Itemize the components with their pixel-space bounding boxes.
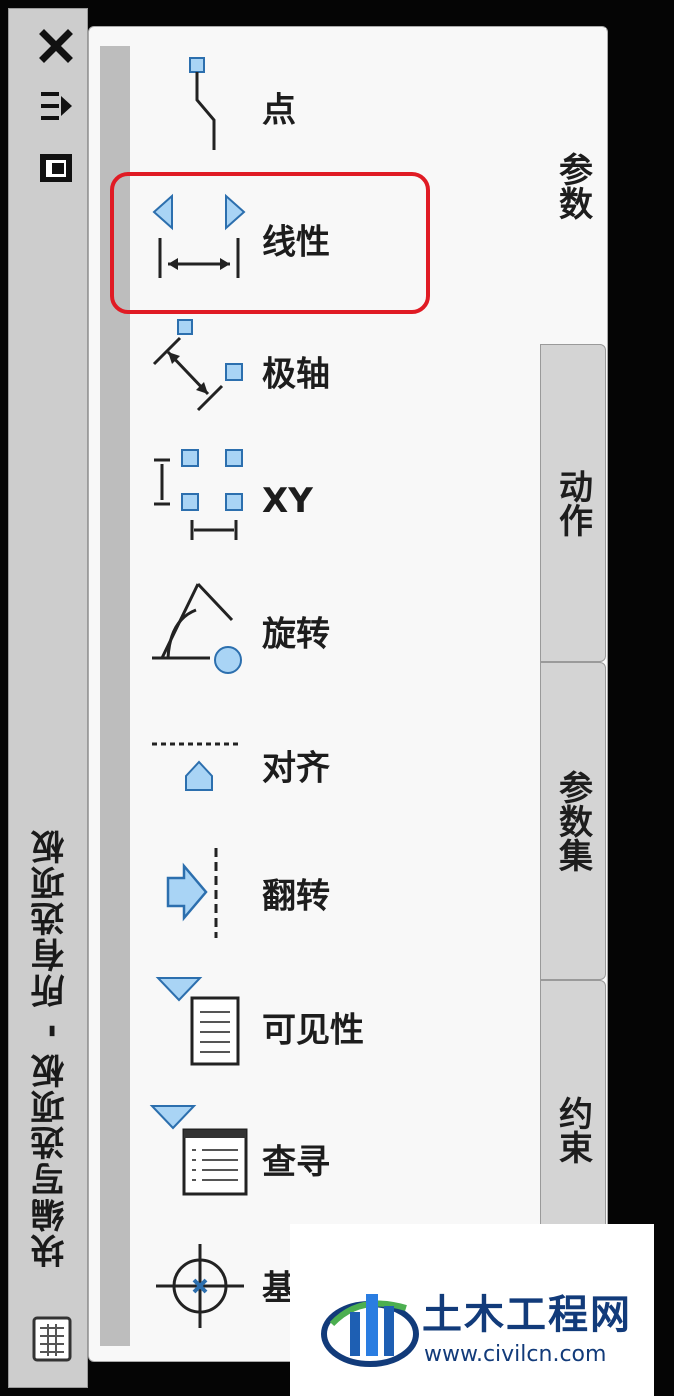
basepoint-parameter-icon (156, 1244, 244, 1328)
tool-label: 极轴 (262, 354, 330, 395)
tool-label: 可见性 (262, 1010, 364, 1051)
point-parameter-icon (189, 57, 216, 150)
visibility-parameter-icon (155, 977, 240, 1066)
tab-parameters[interactable]: 参数 (540, 28, 606, 344)
tool-xy[interactable]: XY (140, 446, 470, 556)
tool-label: 旋转 (262, 614, 330, 655)
properties-menu-icon[interactable] (38, 148, 74, 184)
alignment-parameter-icon (152, 742, 240, 791)
flip-parameter-icon (166, 848, 218, 938)
civilcn-logo-icon (321, 1294, 419, 1367)
xy-parameter-icon (154, 449, 243, 540)
tab-label: 参数 (552, 152, 593, 220)
tool-label: 查寻 (262, 1142, 330, 1183)
tab-actions[interactable]: 动作 (540, 344, 606, 662)
tool-palette-icon (32, 1316, 72, 1362)
tool-label: 翻转 (262, 876, 330, 917)
tool-flip[interactable]: 翻转 (140, 838, 470, 948)
tool-alignment[interactable]: 对齐 (140, 710, 470, 820)
auto-hide-icon[interactable] (38, 90, 74, 122)
tab-parameter-sets[interactable]: 参数集 (540, 662, 606, 980)
tool-point[interactable]: 点 (140, 52, 470, 162)
watermark: 土木工程网 www.civilcn.com (290, 1224, 654, 1396)
tool-label: 对齐 (262, 748, 330, 789)
tool-visibility[interactable]: 可见性 (140, 972, 470, 1082)
tool-label: XY (262, 481, 313, 521)
rotation-parameter-icon (152, 582, 242, 674)
tool-label: 点 (262, 90, 296, 131)
watermark-url: www.civilcn.com (424, 1342, 607, 1367)
close-icon[interactable] (38, 28, 74, 64)
palette-title: 块编写选项板 - 所有选项板 (31, 828, 71, 1268)
polar-parameter-icon (152, 319, 243, 412)
lookup-parameter-icon (149, 1105, 248, 1196)
tab-label: 动作 (552, 469, 593, 537)
tab-label: 参数集 (552, 770, 593, 872)
watermark-name: 土木工程网 (422, 1292, 632, 1338)
highlight-box (110, 172, 430, 314)
tab-label: 约束 (552, 1096, 593, 1164)
tool-polar[interactable]: 极轴 (140, 316, 470, 426)
tool-rotation[interactable]: 旋转 (140, 576, 470, 686)
tool-lookup[interactable]: 查寻 (140, 1104, 470, 1214)
